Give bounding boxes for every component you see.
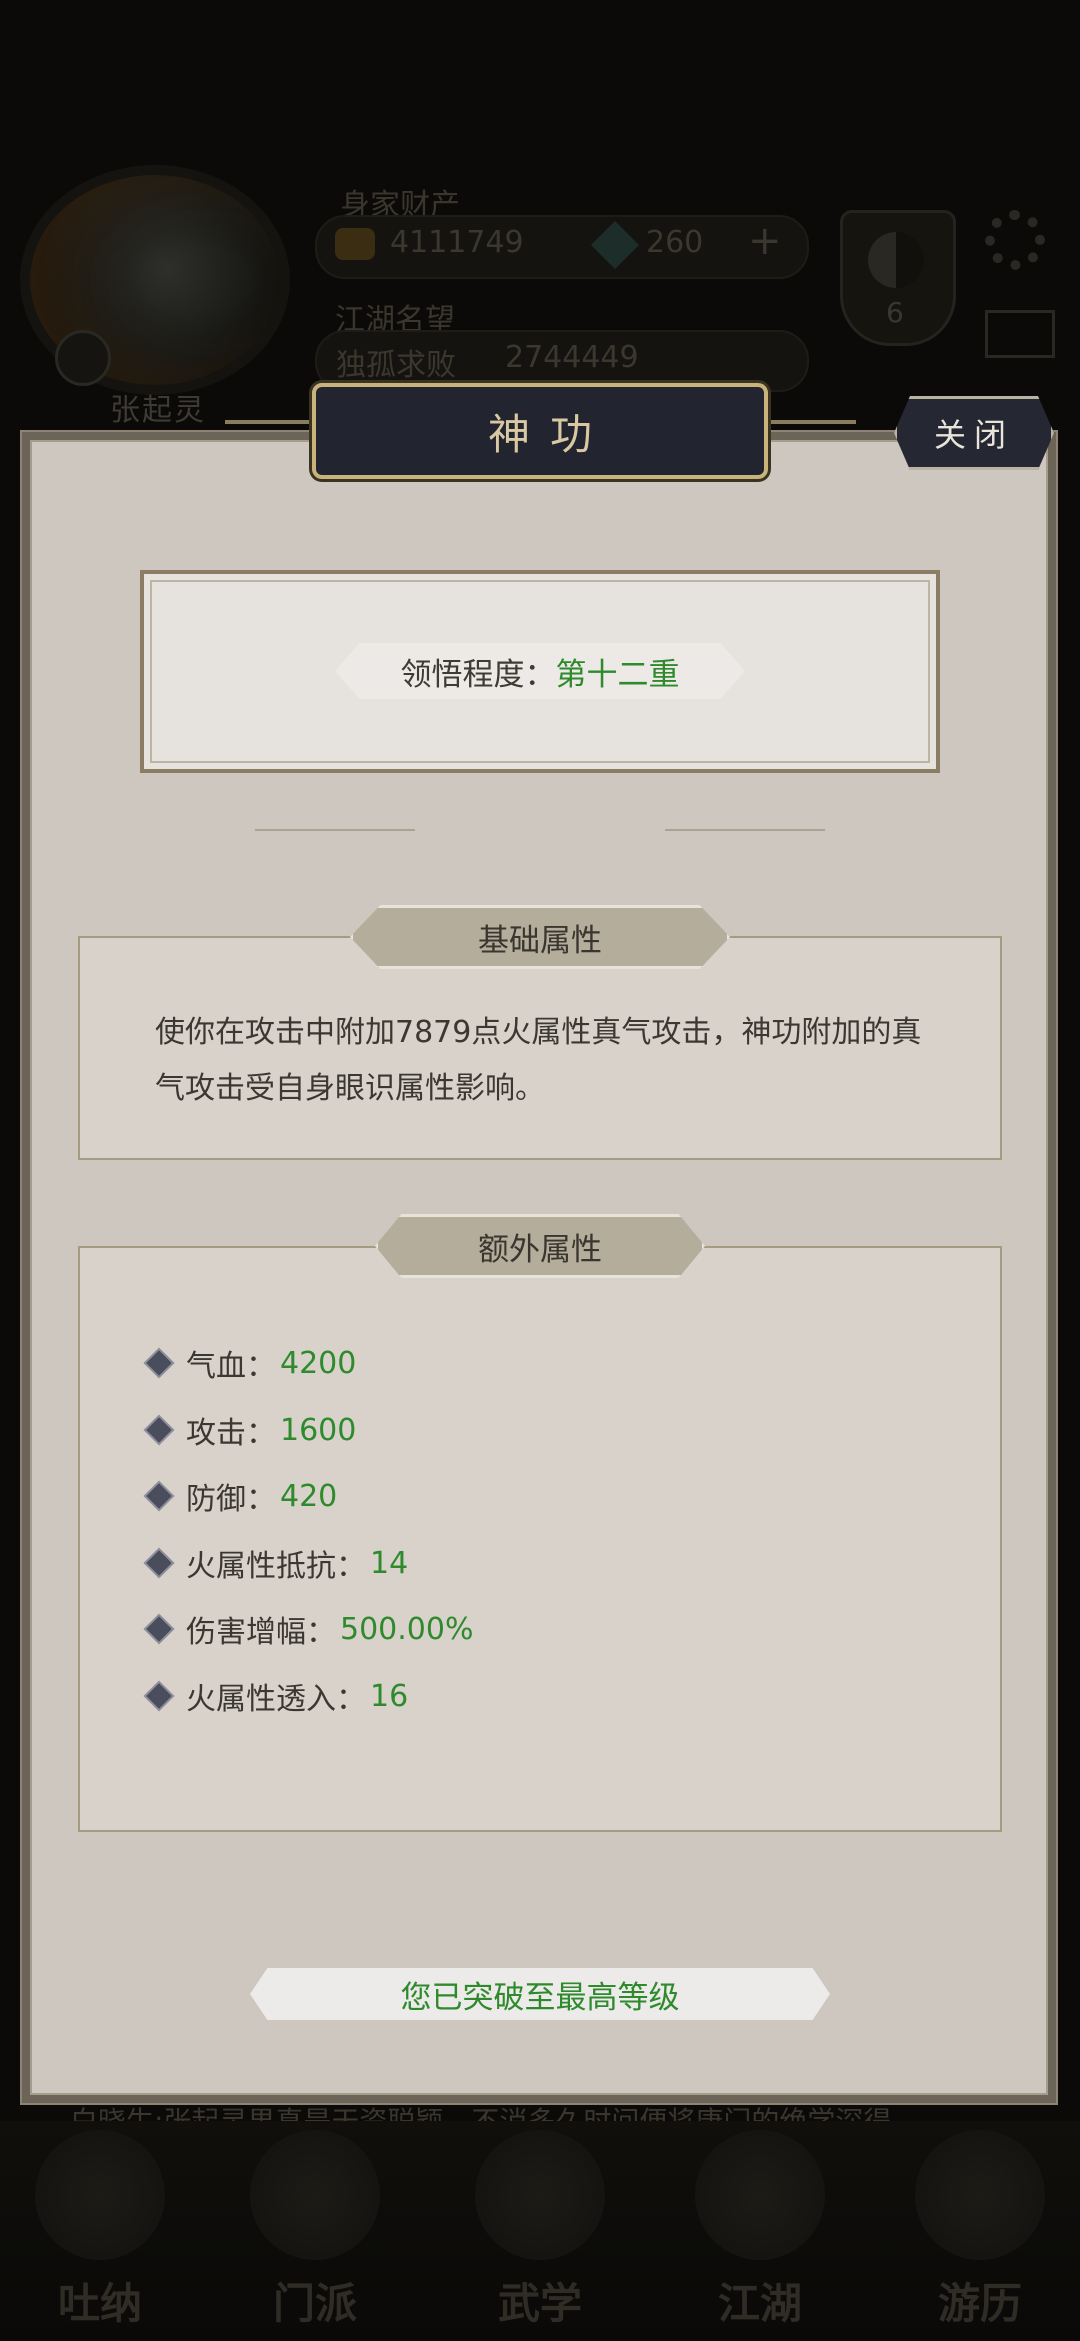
max-level-banner: 您已突破至最高等级 [250,1968,830,2020]
add-currency-button: + [748,218,782,264]
diamond-bullet-icon [146,1483,172,1509]
modal-title-plate: 神功 [312,383,768,479]
avatar-badge-icon [55,330,111,386]
bottom-nav: 吐纳 门派 武学 江湖 游历 [0,2121,1080,2341]
stat-value: 16 [370,1678,409,1714]
stat-value: 14 [370,1545,409,1581]
stat-row: 火属性透入： 16 [146,1671,409,1721]
stat-row: 攻击： 1600 [146,1405,357,1455]
fame-value: 2744449 [505,340,639,375]
mastery-label: 领悟程度： [400,656,556,693]
modal-title: 神功 [487,409,612,459]
diamond-bullet-icon [146,1616,172,1642]
stat-label: 防御： [186,1482,276,1517]
max-level-text: 您已突破至最高等级 [400,1979,680,2016]
jianghu-icon [695,2130,825,2260]
gold-ingot-icon [335,228,375,260]
tuna-icon [35,2130,165,2260]
base-attributes-tab: 基础属性 [350,905,730,969]
player-name: 张起灵 [110,393,206,428]
divider-right [665,829,825,831]
stat-value: 4200 [280,1345,357,1381]
travel-icon [915,2130,1045,2260]
title-ornament-right [766,420,856,424]
stat-label: 火属性抵抗： [186,1549,366,1584]
sect-icon [250,2130,380,2260]
nav-item-travel: 游历 [890,2130,1070,2331]
stat-label: 伤害增幅： [186,1615,336,1650]
nav-item-tuna: 吐纳 [10,2130,190,2331]
gold-value: 4111749 [390,225,524,260]
nav-item-jianghu: 江湖 [670,2130,850,2331]
diamond-bullet-icon [146,1350,172,1376]
extra-attributes-tab: 额外属性 [375,1214,705,1278]
fame-title: 独孤求败 [336,348,456,383]
diamond-bullet-icon [146,1683,172,1709]
divider-left [255,829,415,831]
stat-label: 气血： [186,1349,276,1384]
close-button[interactable]: 关闭 [894,396,1054,470]
extra-attributes-title: 额外属性 [478,1231,602,1268]
rank-count: 6 [886,296,904,329]
jade-value: 260 [646,225,704,260]
stat-row: 伤害增幅： 500.00% [146,1604,474,1654]
title-ornament-left [225,420,315,424]
close-button-label: 关闭 [933,416,1014,454]
mail-icon [985,310,1055,358]
martial-icon [475,2130,605,2260]
nav-item-sect: 门派 [225,2130,405,2331]
mastery-value: 第十二重 [555,656,680,693]
diamond-bullet-icon [146,1417,172,1443]
stat-row: 气血： 4200 [146,1338,357,1388]
stat-row: 火属性抵抗： 14 [146,1538,409,1588]
base-attributes-title: 基础属性 [478,922,602,959]
stat-label: 攻击： [186,1416,276,1451]
stat-label: 火属性透入： [186,1682,366,1717]
diamond-bullet-icon [146,1550,172,1576]
base-attributes-description: 使你在攻击中附加7879点火属性真气攻击，神功附加的真气攻击受自身眼识属性影响。 [155,1015,922,1106]
gear-icon [985,210,1045,270]
stat-row: 防御： 420 [146,1471,338,1521]
taiji-icon [868,232,924,288]
mastery-ribbon: 领悟程度： 第十二重 [335,643,745,699]
stat-value: 500.00% [340,1611,474,1647]
stat-value: 1600 [280,1412,357,1448]
nav-item-martial: 武学 [450,2130,630,2331]
stat-value: 420 [280,1478,338,1514]
